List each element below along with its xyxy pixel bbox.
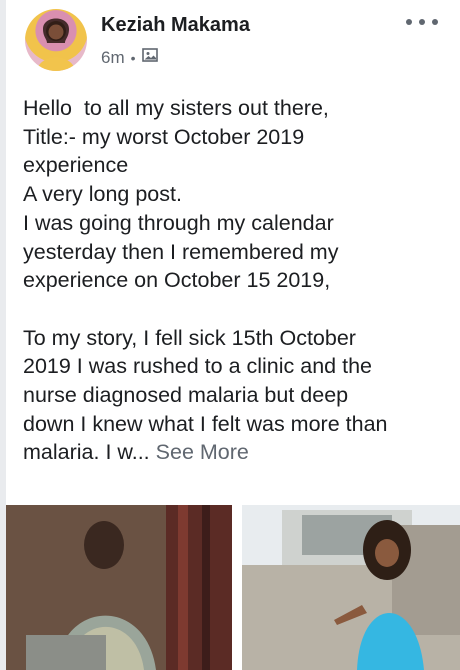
meta-separator: • [130, 49, 136, 66]
photo-icon [141, 47, 158, 68]
author-name[interactable]: Keziah Makama [101, 14, 250, 37]
photo-divider [232, 505, 242, 670]
truncated-text: malaria. I w... [23, 440, 150, 465]
post-line: nurse diagnosed malaria but deep [23, 383, 349, 408]
post-line: To my story, I fell sick 15th October [23, 325, 356, 350]
avatar[interactable] [25, 9, 87, 71]
post-header: Keziah Makama 6m • [6, 0, 460, 80]
post-meta: 6m • [101, 47, 158, 68]
post-line: A very long post. [23, 182, 182, 207]
post-time[interactable]: 6m [101, 48, 125, 68]
post-line: Hello to all my sisters out there, [23, 96, 329, 120]
post-line-truncated: malaria. I w... See More [23, 438, 451, 467]
post-photo-1[interactable] [6, 505, 232, 670]
post-line: I was going through my calendar [23, 210, 334, 235]
post-line: Title:- my worst October 2019 [23, 124, 305, 149]
post-line: experience [23, 153, 129, 178]
post-line: yesterday then I remembered my [23, 239, 339, 264]
post-photo-2[interactable] [242, 505, 460, 670]
post-line: down I knew what I felt was more than [23, 411, 388, 436]
more-dots-icon[interactable] [406, 12, 438, 32]
see-more-link[interactable]: See More [156, 440, 249, 464]
post-text: Hello to all my sisters out there, Title… [23, 94, 451, 467]
post-line: 2019 I was rushed to a clinic and the [23, 354, 372, 379]
post-card: Keziah Makama 6m • Hello to all my siste… [6, 0, 460, 670]
post-line: experience on October 15 2019, [23, 268, 331, 293]
